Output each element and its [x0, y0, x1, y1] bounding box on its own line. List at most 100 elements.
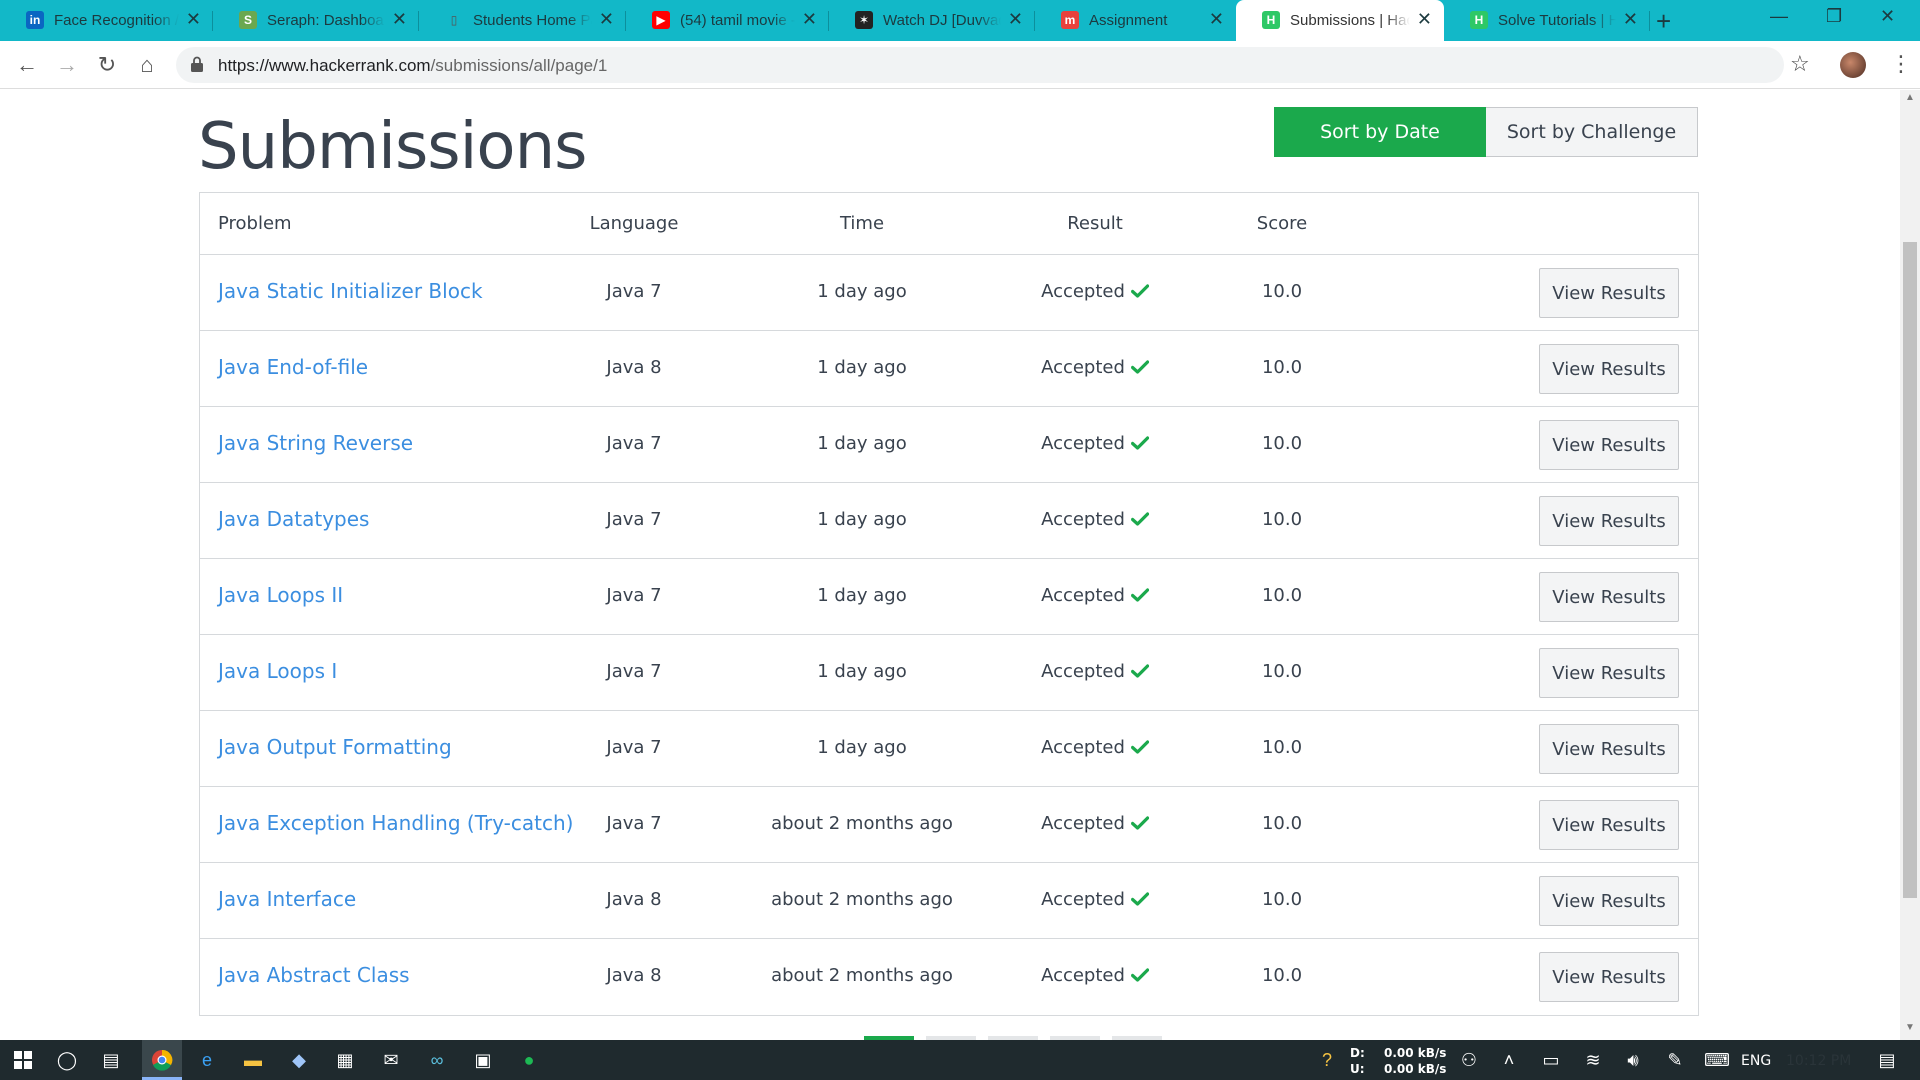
view-results-button[interactable]: View Results [1539, 724, 1679, 774]
file-explorer-icon[interactable]: ▬ [238, 1046, 268, 1074]
windows-start-icon[interactable] [8, 1046, 38, 1074]
table-row: Java End-of-file Java 8 1 day ago Accepted 1… [200, 331, 1698, 407]
time-cell: 1 day ago [817, 509, 907, 530]
view-results-button[interactable]: View Results [1539, 268, 1679, 318]
wifi-icon[interactable]: ≋ [1578, 1046, 1608, 1074]
sort-toggle-group: Sort by Date Sort by Challenge [1274, 107, 1698, 157]
forward-icon[interactable]: → [52, 50, 82, 80]
scrollbar-thumb[interactable] [1903, 242, 1917, 898]
cortana-search-icon[interactable]: ◯ [52, 1046, 82, 1074]
problem-link[interactable]: Java Loops I [218, 659, 337, 683]
result-cell: Accepted [1041, 509, 1149, 530]
cube-app-icon[interactable]: ◆ [284, 1046, 314, 1074]
new-tab-button[interactable]: + [1656, 6, 1671, 37]
check-icon [1130, 968, 1149, 982]
problem-link[interactable]: Java Static Initializer Block [218, 279, 483, 303]
chrome-taskbar-icon[interactable] [147, 1046, 177, 1074]
view-results-button[interactable]: View Results [1539, 800, 1679, 850]
browser-tab-strip: + — ❐ ✕ in Face Recognition / ✕ S Seraph: Da… [0, 0, 1920, 41]
problem-link[interactable]: Java Exception Handling (Try-catch) [218, 811, 573, 835]
notifications-icon[interactable]: ▤ [1872, 1046, 1902, 1074]
reload-icon[interactable]: ↻ [92, 50, 122, 80]
score-cell: 10.0 [1261, 357, 1303, 378]
tab-close-icon[interactable]: ✕ [186, 9, 201, 30]
result-text: Accepted [1041, 585, 1125, 606]
battery-icon[interactable]: ▭ [1536, 1046, 1566, 1074]
help-icon[interactable]: ? [1312, 1046, 1342, 1074]
volume-icon[interactable]: 🔊︎ [1618, 1046, 1648, 1074]
minimize-button[interactable]: — [1770, 6, 1788, 27]
result-cell: Accepted [1041, 661, 1149, 682]
tab-title: Watch DJ [Duvvad [883, 12, 1001, 29]
mail-icon[interactable]: ✉ [376, 1046, 406, 1074]
time-cell: about 2 months ago [771, 965, 953, 986]
browser-tab[interactable]: m Assignment ✕ [1035, 0, 1236, 41]
browser-tab[interactable]: H Solve Tutorials | Ha ✕ [1444, 0, 1650, 41]
problem-link[interactable]: Java Interface [218, 887, 356, 911]
bookmark-star-icon[interactable]: ☆ [1790, 51, 1810, 77]
time-cell: 1 day ago [817, 433, 907, 454]
view-results-button[interactable]: View Results [1539, 952, 1679, 1002]
edge-taskbar-icon[interactable]: e [192, 1046, 222, 1074]
address-bar[interactable]: https://www.hackerrank.com/submissions/a… [176, 47, 1784, 83]
clapper-app-icon[interactable]: ▦ [330, 1046, 360, 1074]
scroll-up-icon[interactable]: ▲ [1900, 92, 1920, 108]
browser-tab[interactable]: ▶ (54) tamil movie - ✕ [626, 0, 829, 41]
result-text: Accepted [1041, 889, 1125, 910]
view-results-button[interactable]: View Results [1539, 648, 1679, 698]
problem-link[interactable]: Java Loops II [218, 583, 343, 607]
input-language[interactable]: ENG [1741, 1053, 1771, 1069]
home-icon[interactable]: ⌂ [132, 50, 162, 80]
people-icon[interactable]: ⚇ [1454, 1046, 1484, 1074]
clock[interactable]: 10:12 PM [1786, 1053, 1851, 1069]
arduino-icon[interactable]: ∞ [422, 1046, 452, 1074]
language-cell: Java 7 [606, 737, 662, 758]
back-icon[interactable]: ← [12, 50, 42, 80]
store-icon[interactable]: ▣ [468, 1046, 498, 1074]
tab-close-icon[interactable]: ✕ [599, 9, 614, 30]
tab-close-icon[interactable]: ✕ [1623, 9, 1638, 30]
moodle-icon: m [1061, 11, 1079, 29]
keyboard-icon[interactable]: ⌨ [1702, 1046, 1732, 1074]
browser-tab[interactable]: in Face Recognition / ✕ [0, 0, 213, 41]
language-cell: Java 8 [606, 889, 662, 910]
hackerrank-icon: H [1262, 11, 1280, 29]
task-view-icon[interactable]: ▤ [96, 1046, 126, 1074]
problem-link[interactable]: Java Datatypes [218, 507, 369, 531]
scroll-down-icon[interactable]: ▼ [1900, 1022, 1920, 1038]
tab-close-icon[interactable]: ✕ [1417, 9, 1432, 30]
view-results-button[interactable]: View Results [1539, 420, 1679, 470]
view-results-button[interactable]: View Results [1539, 496, 1679, 546]
tray-chevron-icon[interactable]: ˄ [1494, 1046, 1524, 1074]
profile-avatar[interactable] [1840, 52, 1866, 78]
spotify-icon[interactable]: ● [514, 1046, 544, 1074]
restore-button[interactable]: ❐ [1826, 6, 1842, 27]
sort-by-date-button[interactable]: Sort by Date [1274, 107, 1486, 157]
view-results-button[interactable]: View Results [1539, 876, 1679, 926]
tab-close-icon[interactable]: ✕ [802, 9, 817, 30]
close-window-button[interactable]: ✕ [1880, 6, 1895, 27]
page-scrollbar[interactable]: ▲ ▼ [1900, 90, 1920, 1040]
result-cell: Accepted [1041, 737, 1149, 758]
view-results-button[interactable]: View Results [1539, 572, 1679, 622]
hackerrank-icon: H [1470, 11, 1488, 29]
problem-link[interactable]: Java Abstract Class [218, 963, 410, 987]
browser-tab[interactable]: H Submissions | Hack ✕ [1236, 0, 1444, 41]
tab-close-icon[interactable]: ✕ [392, 9, 407, 30]
tab-close-icon[interactable]: ✕ [1008, 9, 1023, 30]
problem-link[interactable]: Java Output Formatting [218, 735, 452, 759]
problem-link[interactable]: Java String Reverse [218, 431, 413, 455]
browser-tab[interactable]: S Seraph: Dashboard ✕ [213, 0, 419, 41]
problem-link[interactable]: Java End-of-file [218, 355, 368, 379]
url-path: /submissions/all/page/1 [430, 56, 608, 75]
browser-tab[interactable]: ▯ Students Home Pa ✕ [419, 0, 626, 41]
time-cell: 1 day ago [817, 357, 907, 378]
browser-menu-icon[interactable]: ⋮ [1890, 51, 1912, 77]
check-icon [1130, 892, 1149, 906]
view-results-button[interactable]: View Results [1539, 344, 1679, 394]
pen-icon[interactable]: ✎ [1660, 1046, 1690, 1074]
tab-close-icon[interactable]: ✕ [1209, 9, 1224, 30]
score-cell: 10.0 [1261, 585, 1303, 606]
sort-by-challenge-button[interactable]: Sort by Challenge [1486, 107, 1698, 157]
browser-tab[interactable]: ✶ Watch DJ [Duvvad ✕ [829, 0, 1035, 41]
